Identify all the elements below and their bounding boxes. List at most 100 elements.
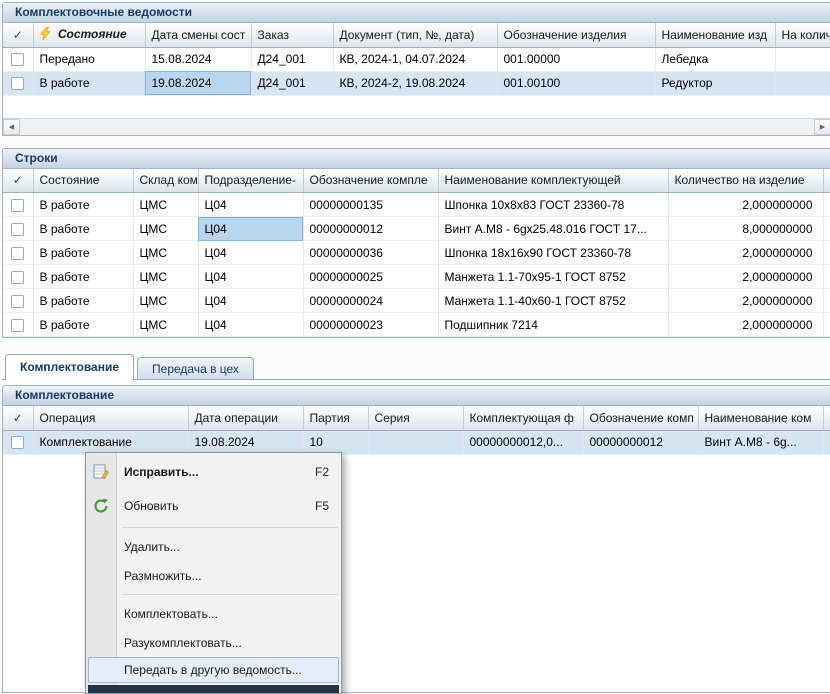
cell-date[interactable]: 19.08.2024 [188,430,303,454]
table-row[interactable]: В работе ЦМС Ц04 00000000012 Винт А.М8 -… [3,217,830,241]
col-header-designation[interactable]: Обозначение компле [303,169,438,193]
cell-state[interactable]: В работе [33,289,133,313]
cell-designation[interactable]: 001.00100 [497,71,655,95]
cell-warehouse[interactable]: ЦМС [133,241,198,265]
col-header-order[interactable]: Заказ [251,23,333,47]
table-row[interactable]: В работе ЦМС Ц04 00000000023 Подшипник 7… [3,313,830,337]
row-checkbox[interactable] [11,319,24,332]
cell-name[interactable]: Шпонка 10x8x83 ГОСТ 23360-78 [438,193,668,217]
cell-qty[interactable] [775,71,830,95]
cell-name[interactable]: Лебедка [655,47,775,71]
cell-designation[interactable]: 00000000135 [303,193,438,217]
row-checkbox[interactable] [11,295,24,308]
col-header-series[interactable]: Серия [368,406,463,430]
cell-warehouse[interactable]: ЦМС [133,193,198,217]
cell-name[interactable]: Винт А.М8 - 6g... [698,430,823,454]
cell-batch[interactable]: 10 [303,430,368,454]
cell-state[interactable]: В работе [33,217,133,241]
tab-komplektovanie[interactable]: Комплектование [5,354,134,380]
col-header-name[interactable]: Наименование комплектующей [438,169,668,193]
cell-check[interactable] [3,193,33,217]
cell-department[interactable]: Ц04 [198,217,303,241]
cell-designation[interactable]: 00000000036 [303,241,438,265]
scroll-right-button[interactable]: ▶ [814,119,830,135]
cell-check[interactable] [3,265,33,289]
menu-item-razukomplektovat[interactable]: Разукомплектовать... [86,628,341,657]
cell-name[interactable]: Манжета 1.1-40x60-1 ГОСТ 8752 [438,289,668,313]
cell-state[interactable]: В работе [33,313,133,337]
cell-designation[interactable]: 00000000012 [583,430,698,454]
cell-name[interactable]: Манжета 1.1-70x95-1 ГОСТ 8752 [438,265,668,289]
table-row[interactable]: В работе ЦМС Ц04 00000000025 Манжета 1.1… [3,265,830,289]
menu-item-edit[interactable]: Исправить... F2 [86,455,341,489]
cell-stub[interactable] [823,313,830,337]
table-row[interactable]: Комплектование 19.08.2024 10 00000000012… [3,430,830,454]
col-header-doc[interactable]: Документ (тип, №, дата) [333,23,497,47]
cell-component[interactable]: 00000000012,0... [463,430,583,454]
cell-designation[interactable]: 00000000023 [303,313,438,337]
cell-stub[interactable] [823,193,830,217]
col-header-name[interactable]: Наименование ком [698,406,823,430]
cell-date[interactable]: 19.08.2024 [145,71,251,95]
col-header-check[interactable]: ✓ [3,23,33,47]
col-header-stub[interactable] [823,169,830,193]
cell-name[interactable]: Подшипник 7214 [438,313,668,337]
cell-designation[interactable]: 00000000012 [303,217,438,241]
menu-item-transfer-to-other-list[interactable]: Передать в другую ведомость... [88,657,339,683]
cell-state[interactable]: Передано [33,47,145,71]
cell-qty[interactable]: 2,000000000 [668,289,823,313]
menu-item-partially-visible[interactable] [88,685,339,694]
col-header-state[interactable]: Состояние [33,23,145,47]
col-header-name[interactable]: Наименование изд [655,23,775,47]
cell-qty[interactable]: 2,000000000 [668,193,823,217]
cell-order[interactable]: Д24_001 [251,71,333,95]
menu-item-refresh[interactable]: Обновить F5 [86,489,341,523]
row-checkbox[interactable] [11,271,24,284]
cell-check[interactable] [3,313,33,337]
cell-name[interactable]: Редуктор [655,71,775,95]
cell-doc[interactable]: КВ, 2024-2, 19.08.2024 [333,71,497,95]
col-header-qty[interactable]: Количество на изделие [668,169,823,193]
menu-item-duplicate[interactable]: Размножить... [86,561,341,590]
row-checkbox[interactable] [11,199,24,212]
cell-department[interactable]: Ц04 [198,313,303,337]
cell-check[interactable] [3,47,33,71]
cell-warehouse[interactable]: ЦМС [133,313,198,337]
col-header-designation[interactable]: Обозначение комп [583,406,698,430]
cell-state[interactable]: В работе [33,241,133,265]
cell-department[interactable]: Ц04 [198,289,303,313]
col-header-department[interactable]: Подразделение- [198,169,303,193]
col-header-warehouse[interactable]: Склад комп [133,169,198,193]
cell-state[interactable]: В работе [33,71,145,95]
row-checkbox[interactable] [11,223,24,236]
cell-warehouse[interactable]: ЦМС [133,217,198,241]
col-header-component[interactable]: Комплектующая ф [463,406,583,430]
cell-qty[interactable] [823,430,830,454]
cell-stub[interactable] [823,217,830,241]
cell-stub[interactable] [823,241,830,265]
col-header-designation[interactable]: Обозначение изделия [497,23,655,47]
cell-warehouse[interactable]: ЦМС [133,265,198,289]
cell-check[interactable] [3,241,33,265]
scrollbar-track[interactable] [20,119,814,135]
scroll-left-button[interactable]: ◀ [3,119,20,135]
col-header-date[interactable]: Дата операции [188,406,303,430]
col-header-date[interactable]: Дата смены сост [145,23,251,47]
col-header-check[interactable]: ✓ [3,169,33,193]
cell-state[interactable]: В работе [33,193,133,217]
cell-check[interactable] [3,217,33,241]
menu-item-komplektovat[interactable]: Комплектовать... [86,599,341,628]
col-header-operation[interactable]: Операция [33,406,188,430]
col-header-qty[interactable]: На колич [775,23,830,47]
cell-warehouse[interactable]: ЦМС [133,289,198,313]
horizontal-scrollbar[interactable]: ◀ ▶ [3,118,830,135]
cell-qty[interactable]: 2,000000000 [668,241,823,265]
cell-check[interactable] [3,71,33,95]
cell-check[interactable] [3,289,33,313]
cell-designation[interactable]: 00000000025 [303,265,438,289]
table-row[interactable]: В работе ЦМС Ц04 00000000036 Шпонка 18x1… [3,241,830,265]
cell-stub[interactable] [823,289,830,313]
cell-name[interactable]: Винт А.М8 - 6gx25.48.016 ГОСТ 17... [438,217,668,241]
row-checkbox[interactable] [11,53,24,66]
cell-qty[interactable]: 8,000000000 [668,217,823,241]
